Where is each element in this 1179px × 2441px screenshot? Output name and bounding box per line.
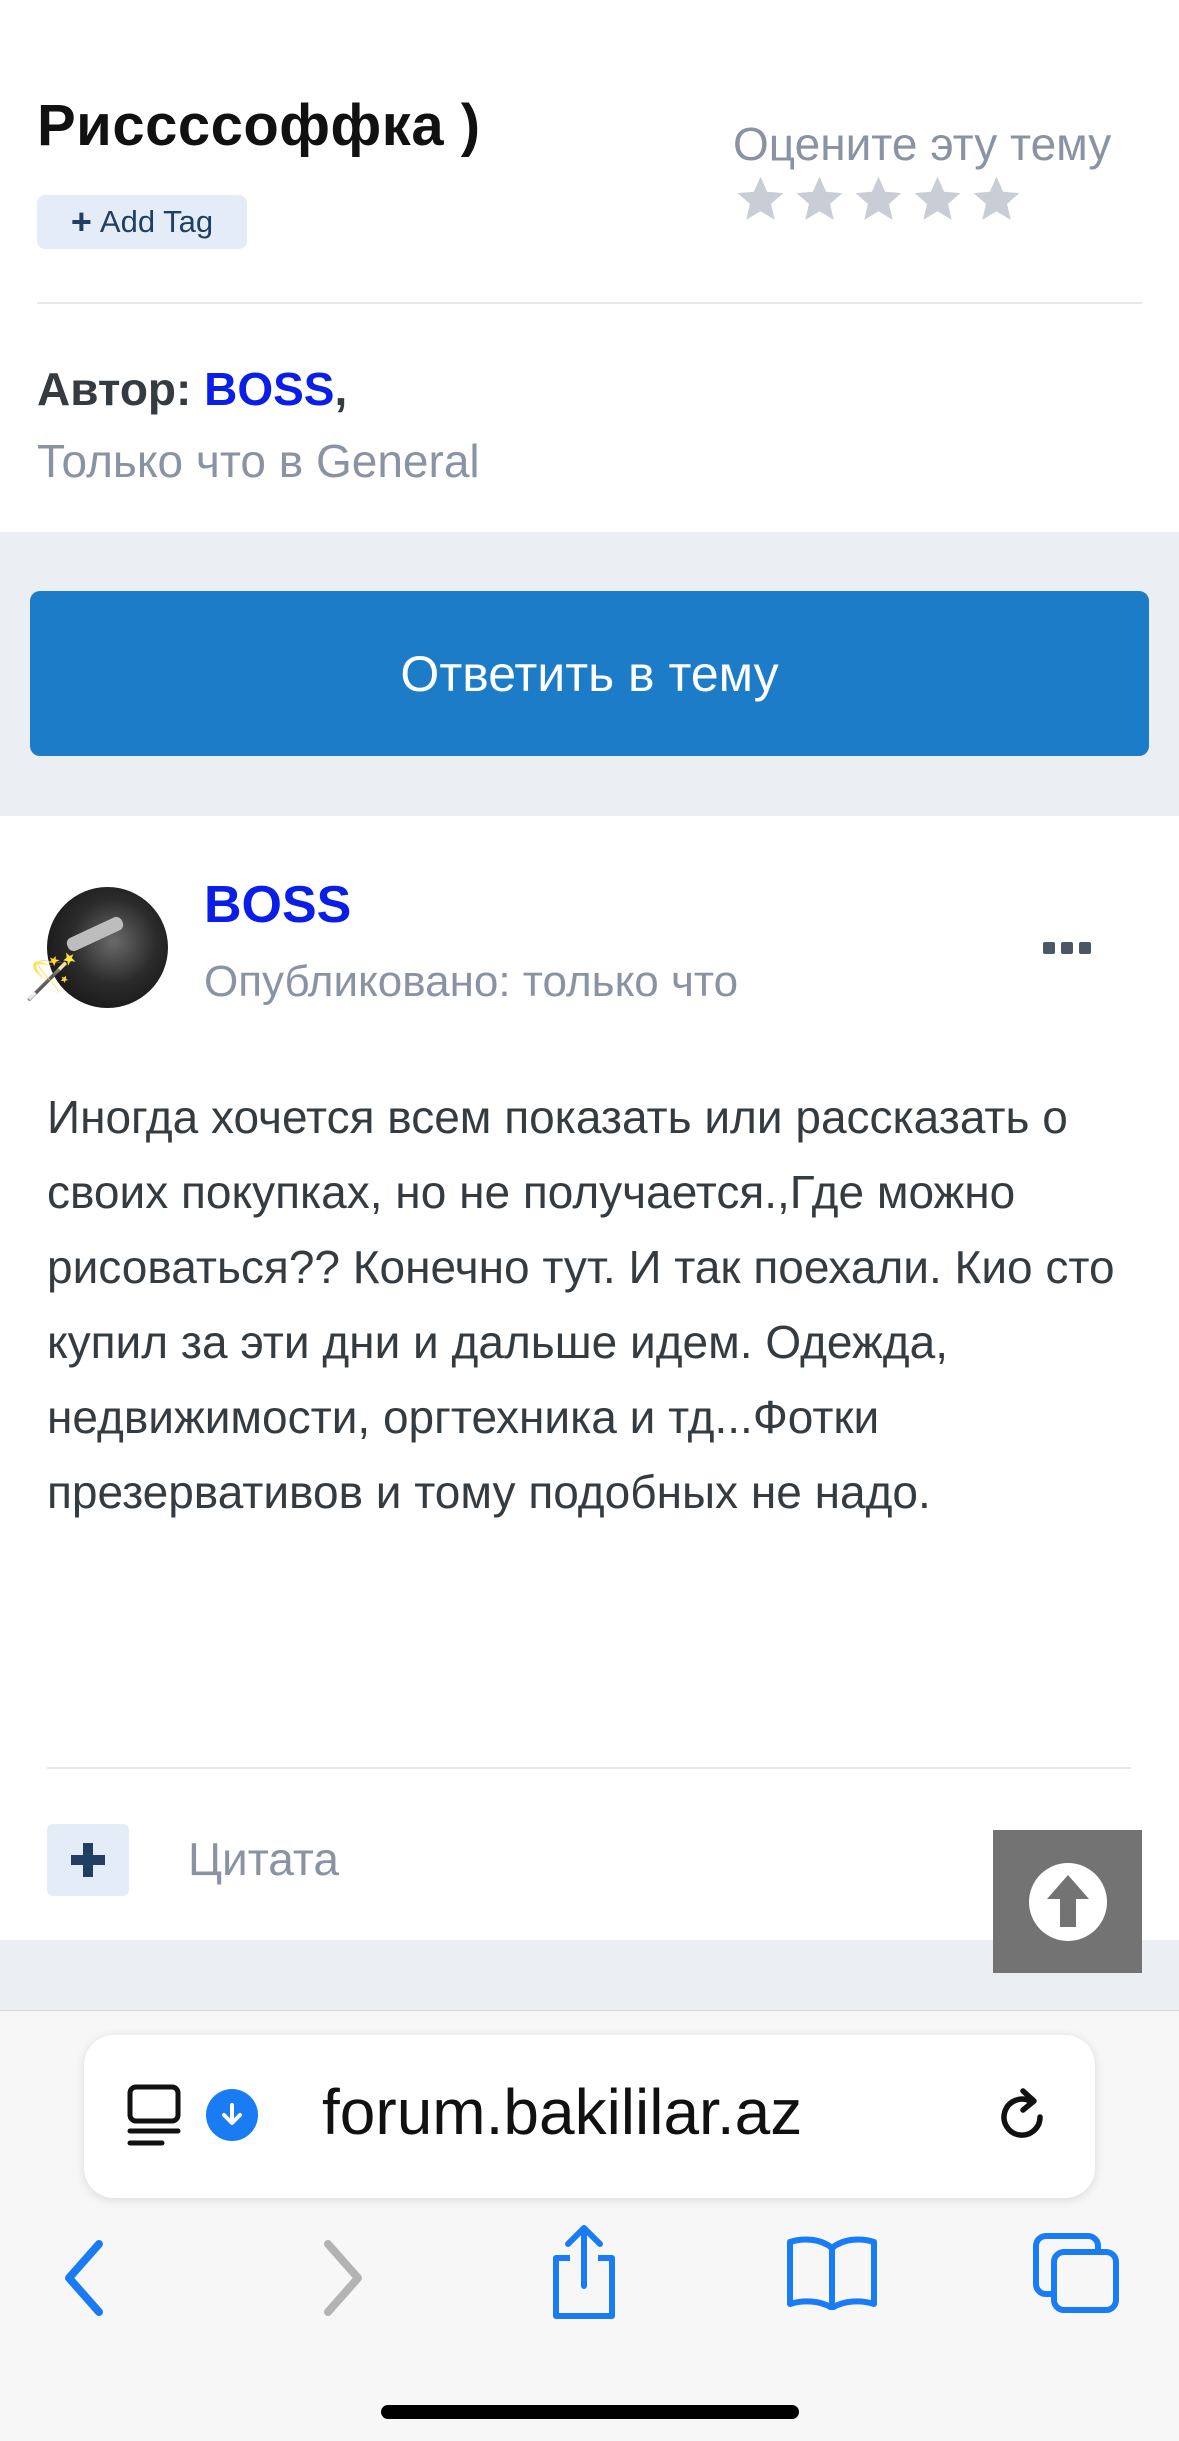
- author-suffix: ,: [334, 363, 348, 415]
- topic-header: Риссссоффка ) + Add Tag Оцените эту тему…: [0, 0, 1179, 532]
- divider: [37, 302, 1142, 304]
- star-icon[interactable]: [910, 172, 965, 227]
- scroll-top-icon: [1028, 1862, 1107, 1941]
- star-icon[interactable]: [851, 172, 906, 227]
- home-indicator: [381, 2405, 799, 2419]
- browser-toolbar: forum.bakililar.az: [0, 2010, 1179, 2441]
- topic-title: Риссссоффка ): [37, 93, 481, 158]
- post-date: Опубликовано: только что: [204, 957, 739, 1006]
- browser-nav-row: [0, 2216, 1179, 2336]
- star-icon[interactable]: [969, 172, 1024, 227]
- quote-button[interactable]: Цитата: [188, 1832, 339, 1886]
- topic-author-line: Автор: BOSS,: [37, 362, 347, 416]
- tabs-icon[interactable]: [1032, 2232, 1122, 2316]
- post: 🪄 BOSS Опубликовано: только что Иногда х…: [0, 816, 1179, 1940]
- reload-icon[interactable]: [990, 2085, 1054, 2149]
- download-icon[interactable]: [206, 2089, 258, 2141]
- reader-icon[interactable]: [124, 2083, 184, 2149]
- more-icon[interactable]: [1043, 942, 1091, 954]
- plus-icon: [71, 1843, 105, 1877]
- address-bar[interactable]: forum.bakililar.az: [84, 2035, 1095, 2198]
- rating-stars[interactable]: [733, 172, 1024, 227]
- post-author-link[interactable]: BOSS: [204, 875, 351, 935]
- topic-author-link[interactable]: BOSS: [204, 363, 334, 415]
- plus-icon: +: [70, 201, 92, 242]
- add-tag-button[interactable]: + Add Tag: [37, 195, 247, 249]
- add-tag-label: Add Tag: [99, 204, 214, 239]
- share-icon[interactable]: [546, 2222, 622, 2322]
- url-text[interactable]: forum.bakililar.az: [322, 2075, 802, 2149]
- scroll-top-button[interactable]: [993, 1830, 1142, 1973]
- rate-topic-label: Оцените эту тему: [733, 118, 1112, 170]
- topic-posted-in: Только что в General: [37, 435, 480, 487]
- forward-icon[interactable]: [312, 2236, 372, 2320]
- divider: [47, 1767, 1131, 1769]
- back-icon[interactable]: [55, 2236, 115, 2320]
- reply-to-topic-button[interactable]: Ответить в тему: [30, 591, 1149, 756]
- star-icon[interactable]: [792, 172, 847, 227]
- author-prefix: Автор:: [37, 363, 192, 415]
- magic-wand-icon: 🪄: [24, 953, 79, 1002]
- star-icon[interactable]: [733, 172, 788, 227]
- multiquote-plus-button[interactable]: [47, 1824, 129, 1896]
- post-body: Иногда хочется всем показать или рассказ…: [47, 1091, 1115, 1518]
- bookmarks-icon[interactable]: [784, 2234, 880, 2310]
